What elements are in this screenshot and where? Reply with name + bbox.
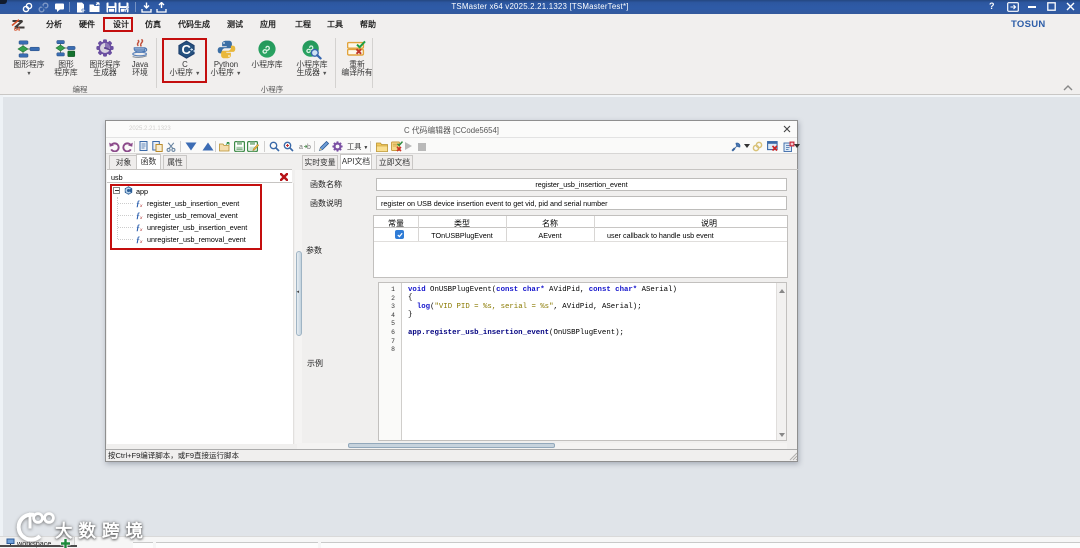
svg-text:b: b <box>307 144 311 151</box>
svg-text:64: 64 <box>14 27 20 31</box>
svg-text:a: a <box>299 144 303 151</box>
